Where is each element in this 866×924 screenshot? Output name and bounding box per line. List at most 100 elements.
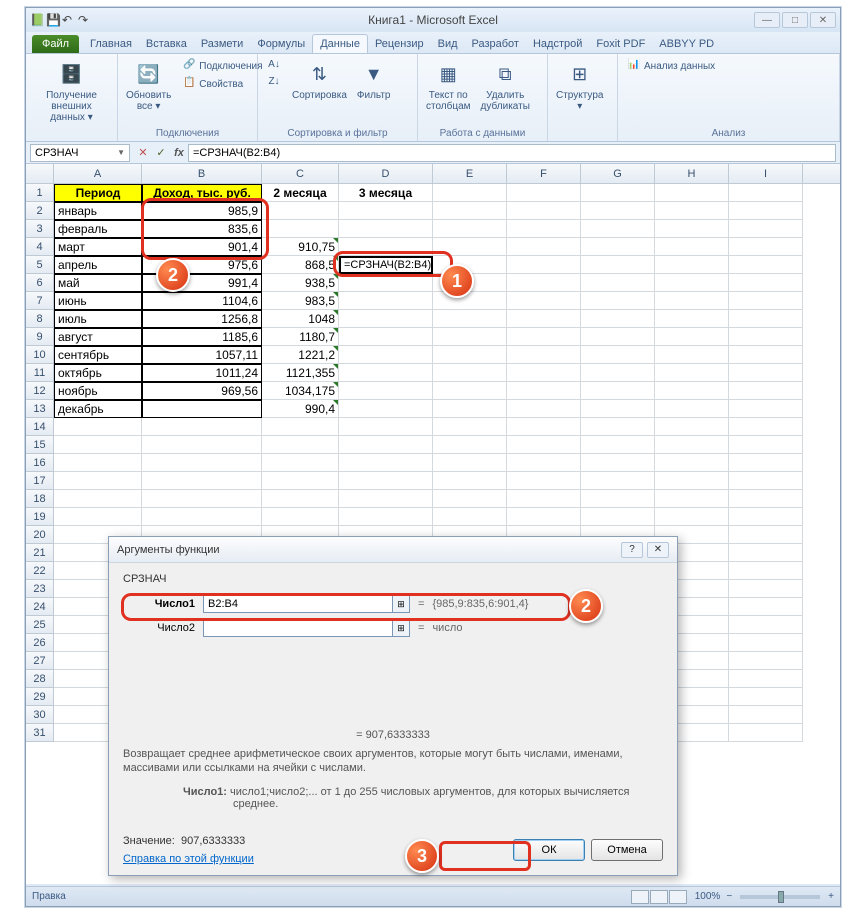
- cell-C7[interactable]: 983,5: [262, 292, 339, 310]
- cell-A5[interactable]: апрель: [54, 256, 142, 274]
- col-header-G[interactable]: G: [581, 164, 655, 183]
- cell-B19[interactable]: [142, 508, 262, 526]
- cell-E12[interactable]: [433, 382, 507, 400]
- close-button[interactable]: ✕: [810, 12, 836, 28]
- cell-D1[interactable]: 3 месяца: [339, 184, 433, 202]
- cell-F10[interactable]: [507, 346, 581, 364]
- cell-G7[interactable]: [581, 292, 655, 310]
- tab-formulas[interactable]: Формулы: [250, 35, 312, 53]
- formula-input[interactable]: =СРЗНАЧ(B2:B4): [188, 144, 836, 162]
- cell-B11[interactable]: 1011,24: [142, 364, 262, 382]
- col-header-F[interactable]: F: [507, 164, 581, 183]
- cell-C3[interactable]: [262, 220, 339, 238]
- tab-layout[interactable]: Размети: [194, 35, 251, 53]
- cell-G2[interactable]: [581, 202, 655, 220]
- cell-G17[interactable]: [581, 472, 655, 490]
- cell-I1[interactable]: [729, 184, 803, 202]
- cell-A18[interactable]: [54, 490, 142, 508]
- cell-F17[interactable]: [507, 472, 581, 490]
- cell-F13[interactable]: [507, 400, 581, 418]
- row-header[interactable]: 28: [26, 670, 54, 688]
- cell-E8[interactable]: [433, 310, 507, 328]
- refresh-all-button[interactable]: 🔄Обновить все ▾: [124, 58, 173, 114]
- cell-I9[interactable]: [729, 328, 803, 346]
- cell-A8[interactable]: июль: [54, 310, 142, 328]
- cell-I16[interactable]: [729, 454, 803, 472]
- data-analysis-button[interactable]: 📊Анализ данных: [624, 58, 718, 74]
- row-header[interactable]: 30: [26, 706, 54, 724]
- cell-C8[interactable]: 1048: [262, 310, 339, 328]
- cell-C2[interactable]: [262, 202, 339, 220]
- cell-E4[interactable]: [433, 238, 507, 256]
- tab-home[interactable]: Главная: [83, 35, 139, 53]
- tab-insert[interactable]: Вставка: [139, 35, 194, 53]
- row-header[interactable]: 23: [26, 580, 54, 598]
- row-header[interactable]: 14: [26, 418, 54, 436]
- cell-E3[interactable]: [433, 220, 507, 238]
- row-header[interactable]: 4: [26, 238, 54, 256]
- col-header-E[interactable]: E: [433, 164, 507, 183]
- cell-C18[interactable]: [262, 490, 339, 508]
- cell-F5[interactable]: [507, 256, 581, 274]
- cell-G4[interactable]: [581, 238, 655, 256]
- save-icon[interactable]: 💾: [46, 13, 60, 27]
- outline-button[interactable]: ⊞Структура ▾: [554, 58, 605, 114]
- cell-E11[interactable]: [433, 364, 507, 382]
- tab-data[interactable]: Данные: [312, 34, 368, 53]
- cell-I15[interactable]: [729, 436, 803, 454]
- zoom-out-button[interactable]: −: [726, 891, 732, 902]
- row-header[interactable]: 8: [26, 310, 54, 328]
- cell-H19[interactable]: [655, 508, 729, 526]
- tab-review[interactable]: Рецензир: [368, 35, 431, 53]
- row-header[interactable]: 29: [26, 688, 54, 706]
- cell-B8[interactable]: 1256,8: [142, 310, 262, 328]
- cell-B3[interactable]: 835,6: [142, 220, 262, 238]
- cell-F11[interactable]: [507, 364, 581, 382]
- tab-addins[interactable]: Надстрой: [526, 35, 589, 53]
- cell-B9[interactable]: 1185,6: [142, 328, 262, 346]
- get-external-data-button[interactable]: 🗄️Получение внешних данных ▾: [32, 58, 111, 125]
- cell-D9[interactable]: [339, 328, 433, 346]
- row-header[interactable]: 31: [26, 724, 54, 742]
- cell-C10[interactable]: 1221,2: [262, 346, 339, 364]
- cell-D14[interactable]: [339, 418, 433, 436]
- cell-A12[interactable]: ноябрь: [54, 382, 142, 400]
- cancel-button[interactable]: Отмена: [591, 839, 663, 861]
- cell-D16[interactable]: [339, 454, 433, 472]
- cell-C12[interactable]: 1034,175: [262, 382, 339, 400]
- dialog-close-button[interactable]: ✕: [647, 542, 669, 558]
- sort-button[interactable]: ⇅Сортировка: [290, 58, 349, 103]
- cell-E1[interactable]: [433, 184, 507, 202]
- cell-A7[interactable]: июнь: [54, 292, 142, 310]
- cell-G19[interactable]: [581, 508, 655, 526]
- chevron-down-icon[interactable]: ▼: [117, 148, 125, 157]
- row-header[interactable]: 18: [26, 490, 54, 508]
- row-header[interactable]: 12: [26, 382, 54, 400]
- maximize-button[interactable]: □: [782, 12, 808, 28]
- cell-H3[interactable]: [655, 220, 729, 238]
- cell-A3[interactable]: февраль: [54, 220, 142, 238]
- cell-A17[interactable]: [54, 472, 142, 490]
- zoom-in-button[interactable]: +: [828, 891, 834, 902]
- row-header[interactable]: 22: [26, 562, 54, 580]
- ok-button[interactable]: ОК: [513, 839, 585, 861]
- cell-G11[interactable]: [581, 364, 655, 382]
- cell-B12[interactable]: 969,56: [142, 382, 262, 400]
- cell-A14[interactable]: [54, 418, 142, 436]
- cell-D8[interactable]: [339, 310, 433, 328]
- row-header[interactable]: 9: [26, 328, 54, 346]
- name-box[interactable]: СРЗНАЧ▼: [30, 144, 130, 162]
- cell-E19[interactable]: [433, 508, 507, 526]
- cell-C4[interactable]: 910,75: [262, 238, 339, 256]
- row-header[interactable]: 20: [26, 526, 54, 544]
- cell-H16[interactable]: [655, 454, 729, 472]
- row-header[interactable]: 21: [26, 544, 54, 562]
- cell-I5[interactable]: [729, 256, 803, 274]
- cell-B7[interactable]: 1104,6: [142, 292, 262, 310]
- cell-B13[interactable]: [142, 400, 262, 418]
- tab-developer[interactable]: Разработ: [465, 35, 526, 53]
- cell-B10[interactable]: 1057,11: [142, 346, 262, 364]
- row-header[interactable]: 17: [26, 472, 54, 490]
- cell-D5[interactable]: =СРЗНАЧ(B2:B4): [339, 256, 433, 274]
- cell-I22[interactable]: [729, 562, 803, 580]
